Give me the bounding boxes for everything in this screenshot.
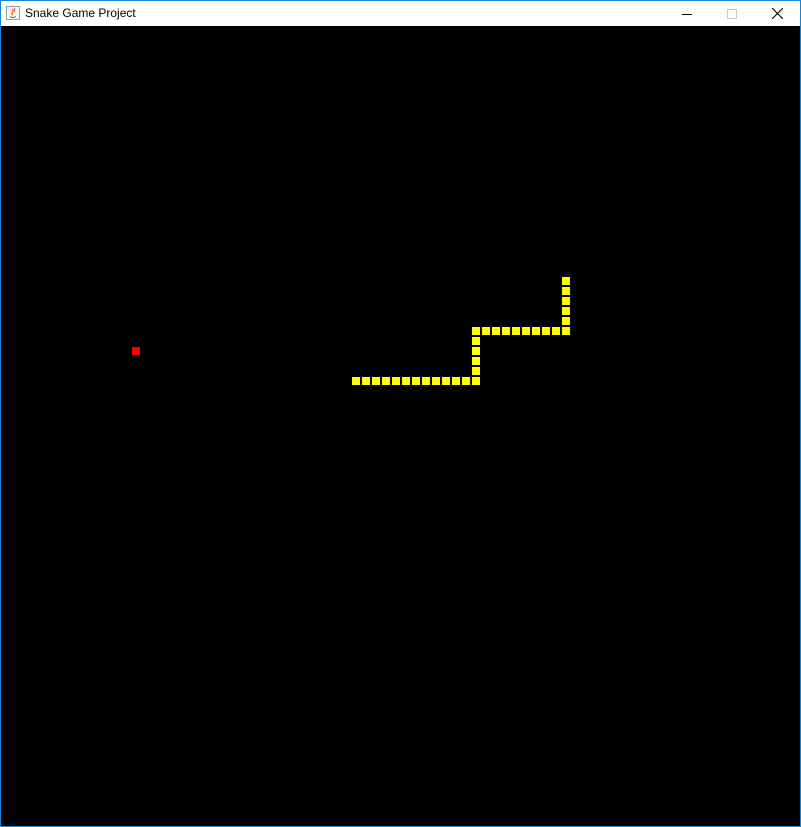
snake-segment	[561, 296, 571, 306]
snake-segment	[381, 376, 391, 386]
java-app-icon	[6, 6, 20, 20]
snake-segment	[481, 326, 491, 336]
snake-segment	[561, 306, 571, 316]
snake-segment	[361, 376, 371, 386]
snake-segment	[411, 376, 421, 386]
minimize-button[interactable]	[664, 1, 710, 26]
snake-segment	[371, 376, 381, 386]
snake-segment	[401, 376, 411, 386]
window-title: Snake Game Project	[25, 6, 136, 20]
snake-segment	[431, 376, 441, 386]
snake-segment	[561, 326, 571, 336]
app-window: Snake Game Project	[0, 0, 801, 827]
snake-segment	[391, 376, 401, 386]
game-board[interactable]	[1, 26, 800, 826]
minimize-icon	[682, 13, 692, 15]
snake-segment	[561, 286, 571, 296]
close-button[interactable]	[754, 1, 800, 26]
snake-segment	[511, 326, 521, 336]
snake-segment	[441, 376, 451, 386]
maximize-icon	[727, 8, 737, 19]
snake-segment	[561, 316, 571, 326]
snake-segment	[471, 336, 481, 346]
snake-segment	[461, 376, 471, 386]
snake-segment	[521, 326, 531, 336]
snake-segment	[421, 376, 431, 386]
snake-segment	[541, 326, 551, 336]
snake-segment	[551, 326, 561, 336]
maximize-button[interactable]	[709, 1, 755, 26]
snake-segment	[451, 376, 461, 386]
snake-head	[561, 276, 571, 286]
snake-segment	[471, 376, 481, 386]
snake-segment	[471, 366, 481, 376]
close-icon	[771, 8, 783, 19]
snake-segment	[471, 356, 481, 366]
snake-segment	[501, 326, 511, 336]
snake-segment	[531, 326, 541, 336]
snake-segment	[351, 376, 361, 386]
food-apple	[131, 346, 141, 356]
snake-segment	[491, 326, 501, 336]
snake-segment	[471, 346, 481, 356]
snake-segment	[471, 326, 481, 336]
title-bar[interactable]: Snake Game Project	[1, 1, 800, 26]
